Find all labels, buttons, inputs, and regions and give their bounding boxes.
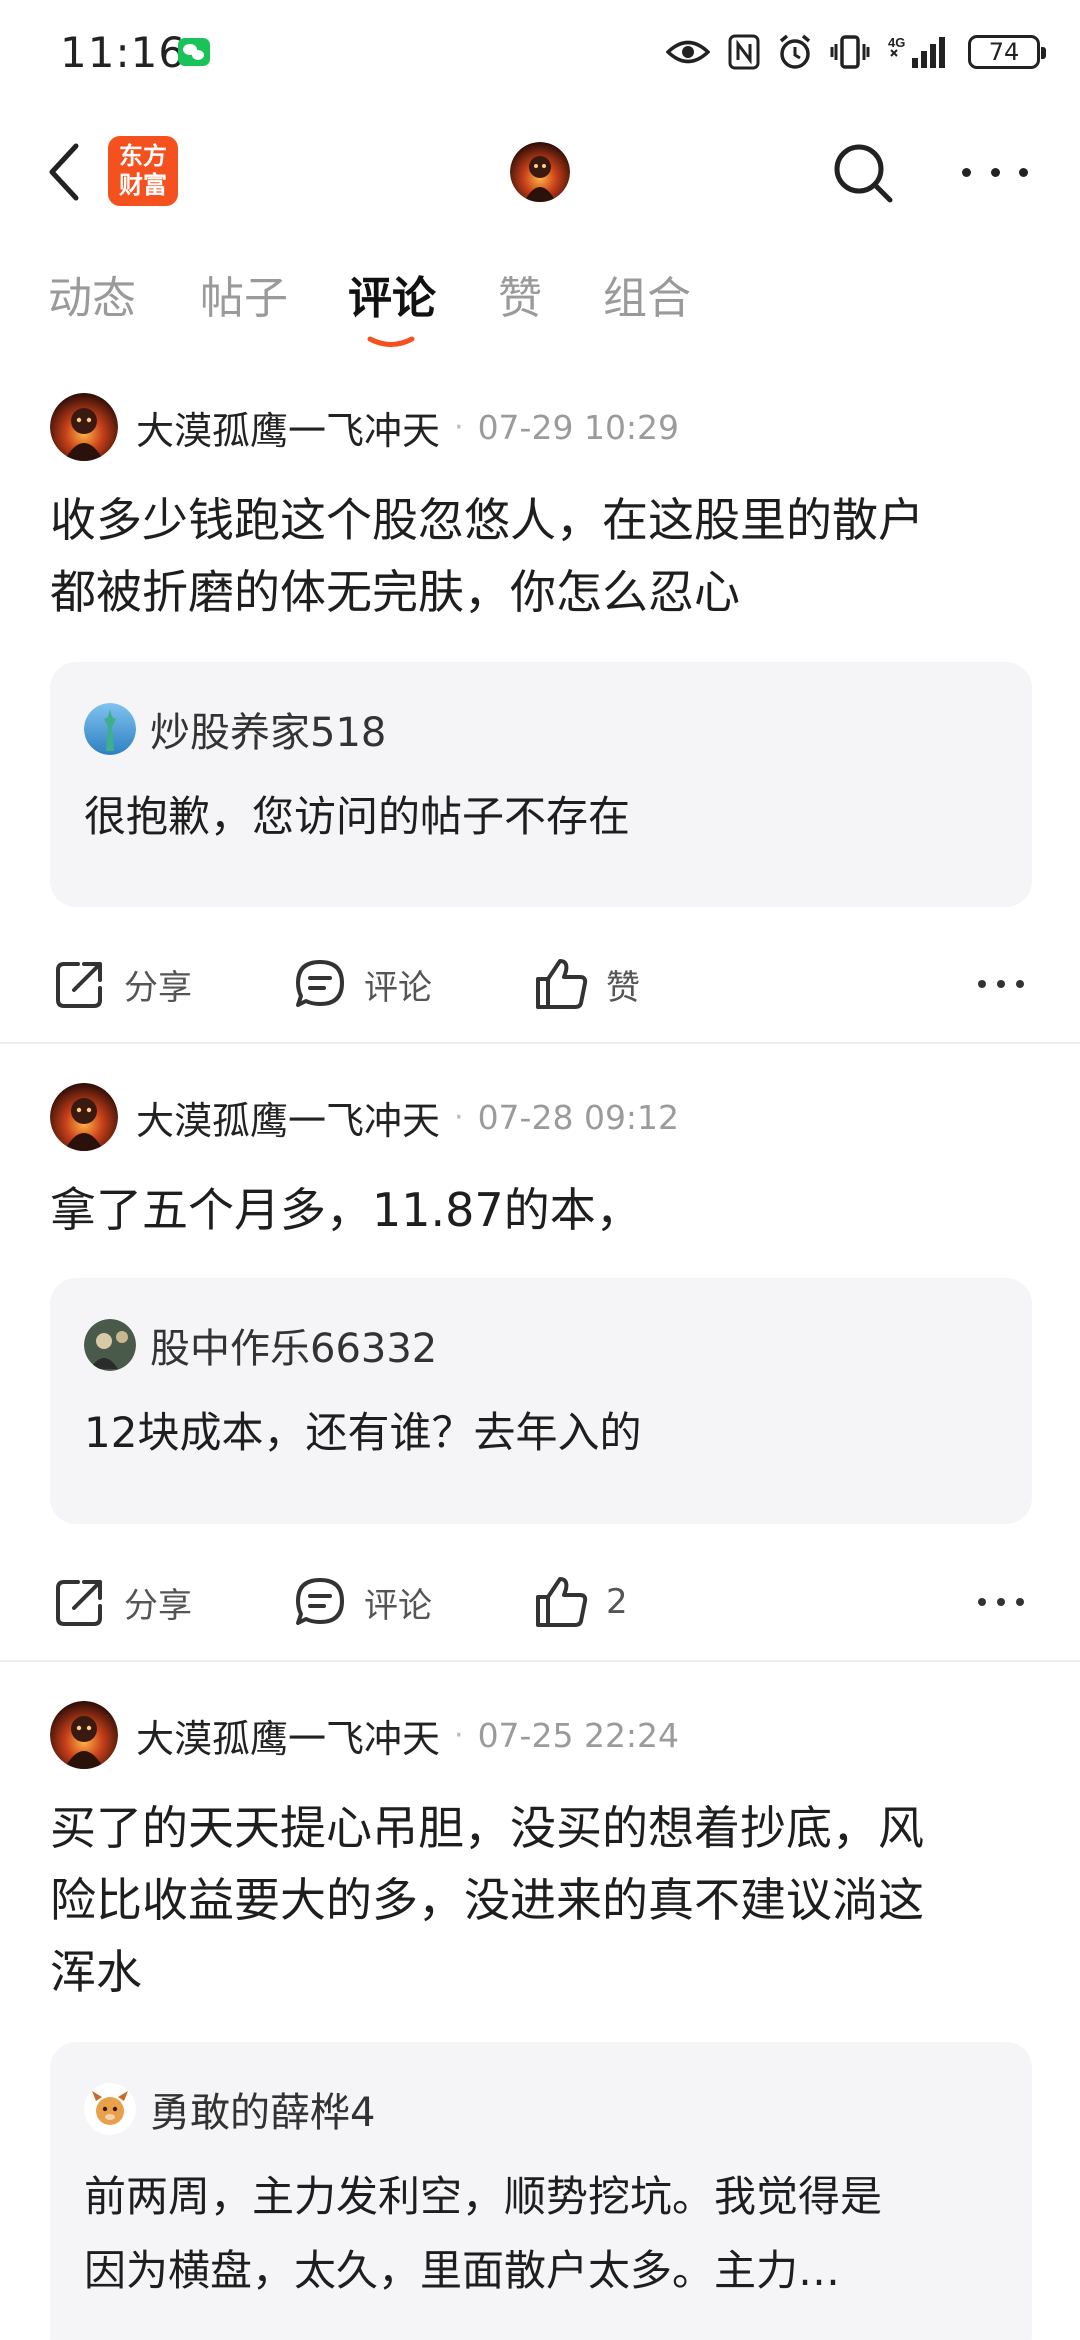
quoted-author-avatar: [84, 1319, 136, 1371]
like-button[interactable]: 2: [532, 1567, 628, 1637]
author-avatar[interactable]: [50, 393, 118, 461]
comment-header: 大漠孤鹰一飞冲天 · 07-25 22:24: [50, 1700, 679, 1770]
share-button[interactable]: 分享: [52, 949, 192, 1019]
comment-text-line: 拿了五个月多，11.87的本，: [50, 1183, 642, 1237]
comment-more-button[interactable]: [978, 1595, 1024, 1609]
comment-text-line: 险比收益要大的多，没进来的真不建议淌这: [50, 1873, 924, 1927]
share-label: 分享: [124, 1585, 192, 1626]
active-tab-indicator: [367, 336, 415, 347]
comment-text-line: 收多少钱跑这个股忽悠人，在这股里的散户: [50, 493, 924, 547]
status-time: 11:16: [60, 28, 187, 77]
quoted-post[interactable]: 股中作乐66332 12块成本，还有谁？去年入的: [50, 1278, 1032, 1524]
quoted-post[interactable]: 炒股养家518 很抱歉，您访问的帖子不存在: [50, 662, 1032, 907]
separator-dot: ·: [454, 1717, 464, 1753]
quoted-post-header: 勇敢的薛桦4: [84, 2082, 375, 2136]
quoted-author-name: 股中作乐66332: [150, 1326, 438, 1372]
comment-item: 大漠孤鹰一飞冲天 · 07-29 10:29 收多少钱跑这个股忽悠人，在这股里的…: [0, 392, 1080, 1042]
comment-time: 07-29 10:29: [477, 407, 680, 447]
comment-item: 大漠孤鹰一飞冲天 · 07-28 09:12 拿了五个月多，11.87的本， 股…: [0, 1082, 1080, 1662]
profile-tabs: 动态 帖子 评论 赞 组合: [0, 262, 1080, 362]
author-name[interactable]: 大漠孤鹰一飞冲天: [136, 1708, 440, 1763]
logo-text-line2: 财富: [119, 171, 167, 199]
alarm-icon: [779, 34, 811, 69]
vibrate-icon: [830, 35, 870, 69]
comment-button[interactable]: 评论: [292, 949, 432, 1019]
eye-icon: [666, 40, 710, 64]
quoted-post[interactable]: 勇敢的薛桦4 前两周，主力发利空，顺势挖坑。我觉得是 因为横盘，太久，里面散户太…: [50, 2042, 1032, 2340]
app-logo[interactable]: 东方 财富: [108, 136, 178, 206]
comment-more-button[interactable]: [978, 977, 1024, 991]
quoted-text-line: 因为横盘，太久，里面散户太多。主力…: [84, 2246, 841, 2295]
quoted-text-line: 很抱歉，您访问的帖子不存在: [84, 792, 631, 841]
status-icons: 4G 74: [666, 30, 1046, 74]
tab-posts[interactable]: 帖子: [200, 262, 288, 326]
comment-text[interactable]: 收多少钱跑这个股忽悠人，在这股里的散户 都被折磨的体无完肤，你怎么忍心: [50, 484, 1040, 628]
nfc-icon: [728, 34, 760, 70]
tab-portfolio[interactable]: 组合: [603, 262, 691, 326]
tab-likes[interactable]: 赞: [498, 262, 542, 326]
quoted-text: 前两周，主力发利空，顺势挖坑。我觉得是 因为横盘，太久，里面散户太多。主力…: [84, 2160, 1004, 2308]
quoted-text: 12块成本，还有谁？去年入的: [84, 1396, 1004, 1470]
like-label: 赞: [606, 967, 640, 1008]
comment-icon: [296, 960, 344, 1007]
like-button[interactable]: 赞: [532, 949, 640, 1019]
comment-actions: 分享 评论 2: [0, 1567, 1080, 1637]
tab-dynamics[interactable]: 动态: [48, 262, 136, 326]
more-options-button[interactable]: [962, 154, 1028, 190]
divider: [0, 1042, 1080, 1044]
top-nav-bar: 东方 财富: [0, 112, 1080, 232]
share-icon: [56, 1580, 102, 1626]
separator-dot: ·: [454, 409, 464, 445]
thumbs-up-icon: [536, 1577, 588, 1627]
quoted-text-line: 12块成本，还有谁？去年入的: [84, 1408, 642, 1457]
comment-header: 大漠孤鹰一飞冲天 · 07-29 10:29: [50, 392, 679, 462]
back-button[interactable]: [42, 140, 90, 204]
comment-actions: 分享 评论 赞: [0, 949, 1080, 1019]
profile-avatar[interactable]: [510, 142, 570, 202]
status-bar: 11:16 4G 74: [0, 0, 1080, 105]
quoted-post-header: 炒股养家518: [84, 702, 386, 756]
author-name[interactable]: 大漠孤鹰一飞冲天: [136, 1090, 440, 1145]
comment-text[interactable]: 拿了五个月多，11.87的本，: [50, 1174, 1040, 1246]
author-name[interactable]: 大漠孤鹰一飞冲天: [136, 400, 440, 455]
comment-label: 评论: [364, 967, 432, 1008]
separator-dot: ·: [454, 1099, 464, 1135]
comment-header: 大漠孤鹰一飞冲天 · 07-28 09:12: [50, 1082, 679, 1152]
comment-icon: [296, 1578, 344, 1625]
share-icon: [56, 962, 102, 1008]
author-avatar[interactable]: [50, 1701, 118, 1769]
comment-button[interactable]: 评论: [292, 1567, 432, 1637]
search-button[interactable]: [828, 138, 898, 208]
comment-label: 评论: [364, 1585, 432, 1626]
comment-time: 07-28 09:12: [477, 1097, 680, 1137]
quoted-author-name: 勇敢的薛桦4: [150, 2090, 376, 2136]
svg-text:4G: 4G: [888, 35, 905, 50]
quoted-text: 很抱歉，您访问的帖子不存在: [84, 780, 1004, 854]
comment-time: 07-25 22:24: [477, 1715, 680, 1755]
quoted-text-line: 前两周，主力发利空，顺势挖坑。我觉得是: [84, 2172, 883, 2221]
share-button[interactable]: 分享: [52, 1567, 192, 1637]
battery-icon: 74: [968, 35, 1046, 69]
logo-text-line1: 东方: [119, 142, 167, 170]
quoted-author-avatar: [84, 2083, 136, 2135]
tab-comments[interactable]: 评论: [348, 262, 436, 326]
comment-text-line: 买了的天天提心吊胆，没买的想着抄底，风: [50, 1801, 924, 1855]
wechat-icon: [178, 38, 210, 66]
like-count: 2: [606, 1582, 628, 1622]
quoted-author-avatar: [84, 703, 136, 755]
divider: [0, 1660, 1080, 1662]
quoted-author-name: 炒股养家518: [150, 710, 387, 756]
comment-text-line: 浑水: [50, 1945, 142, 1999]
share-label: 分享: [124, 967, 192, 1008]
thumbs-up-icon: [536, 959, 588, 1009]
author-avatar[interactable]: [50, 1083, 118, 1151]
comment-text-line: 都被折磨的体无完肤，你怎么忍心: [50, 565, 740, 619]
signal-icon: 4G: [888, 35, 945, 68]
comment-item: 大漠孤鹰一飞冲天 · 07-25 22:24 买了的天天提心吊胆，没买的想着抄底…: [0, 1700, 1080, 2340]
comment-text[interactable]: 买了的天天提心吊胆，没买的想着抄底，风 险比收益要大的多，没进来的真不建议淌这 …: [50, 1792, 1040, 2008]
quoted-post-header: 股中作乐66332: [84, 1318, 437, 1372]
